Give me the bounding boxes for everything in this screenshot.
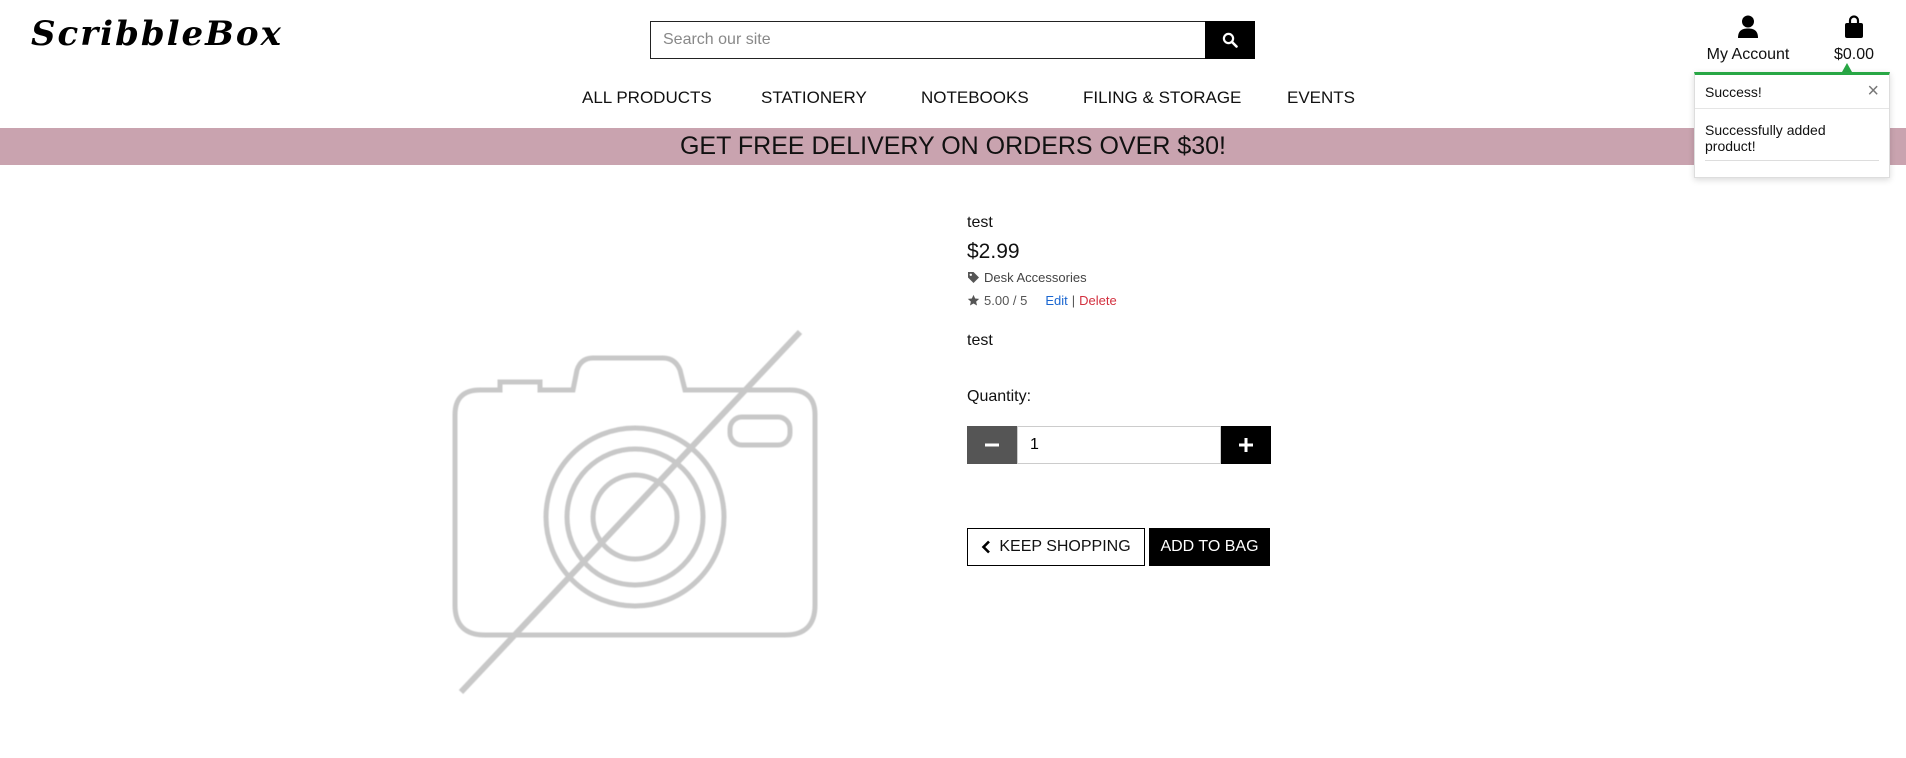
toast-header: Success! × <box>1695 75 1889 109</box>
plus-icon <box>1239 438 1253 452</box>
edit-product-link[interactable]: Edit <box>1045 293 1067 308</box>
nav-events[interactable]: EVENTS <box>1287 88 1355 108</box>
tag-icon <box>968 272 979 283</box>
toast-message: Successfully added product! <box>1705 122 1879 161</box>
minus-icon <box>985 443 999 447</box>
increment-button[interactable] <box>1221 426 1271 464</box>
product-name: test <box>967 214 993 231</box>
product-image <box>445 320 835 700</box>
star-icon <box>967 294 980 306</box>
add-to-bag-label: ADD TO BAG <box>1160 538 1259 555</box>
chevron-left-icon <box>982 540 991 554</box>
shopping-bag-link[interactable]: $0.00 <box>1826 14 1882 64</box>
product-actions: KEEP SHOPPING ADD TO BAG <box>967 528 1270 566</box>
nav-all-products[interactable]: ALL PRODUCTS <box>582 88 712 108</box>
site-logo[interactable]: ScribbleBox <box>31 14 283 54</box>
toast-title: Success! <box>1705 84 1762 100</box>
keep-shopping-button[interactable]: KEEP SHOPPING <box>967 528 1145 566</box>
main-nav: ALL PRODUCTS STATIONERY NOTEBOOKS FILING… <box>0 88 1906 112</box>
quantity-input[interactable] <box>1017 426 1221 464</box>
nav-notebooks[interactable]: NOTEBOOKS <box>921 88 1029 108</box>
quantity-label: Quantity: <box>967 388 1032 405</box>
product-rating-row: 5.00 / 5 Edit | Delete <box>967 293 1117 308</box>
nav-filing-storage[interactable]: FILING & STORAGE <box>1083 88 1241 108</box>
free-delivery-banner: GET FREE DELIVERY ON ORDERS OVER $30! <box>0 128 1906 165</box>
shopping-bag-icon <box>1845 15 1863 38</box>
my-account-label: My Account <box>1706 46 1790 63</box>
delete-product-link[interactable]: Delete <box>1079 293 1117 308</box>
bag-total: $0.00 <box>1833 46 1875 63</box>
keep-shopping-label: KEEP SHOPPING <box>999 538 1131 555</box>
search-icon <box>1222 32 1238 48</box>
close-icon[interactable]: × <box>1867 80 1879 103</box>
toast-body: Successfully added product! <box>1695 109 1889 161</box>
user-icon <box>1738 15 1758 38</box>
add-to-bag-button[interactable]: ADD TO BAG <box>1149 528 1270 566</box>
nav-stationery[interactable]: STATIONERY <box>761 88 867 108</box>
my-account-link[interactable]: My Account <box>1700 14 1796 64</box>
link-separator: | <box>1071 293 1076 308</box>
no-image-camera-icon <box>452 329 818 695</box>
search-button[interactable] <box>1205 21 1255 59</box>
product-description: test <box>967 332 993 349</box>
product-category: Desk Accessories <box>984 270 1087 285</box>
product-rating: 5.00 / 5 <box>984 293 1028 308</box>
product-category-link[interactable]: Desk Accessories <box>967 270 1087 285</box>
quantity-stepper <box>967 426 1271 464</box>
toast-arrow <box>1842 63 1852 72</box>
success-toast: Success! × Successfully added product! <box>1694 72 1890 178</box>
search-bar <box>650 21 1255 59</box>
decrement-button[interactable] <box>967 426 1017 464</box>
search-input[interactable] <box>650 21 1205 59</box>
product-price: $2.99 <box>967 240 1020 263</box>
